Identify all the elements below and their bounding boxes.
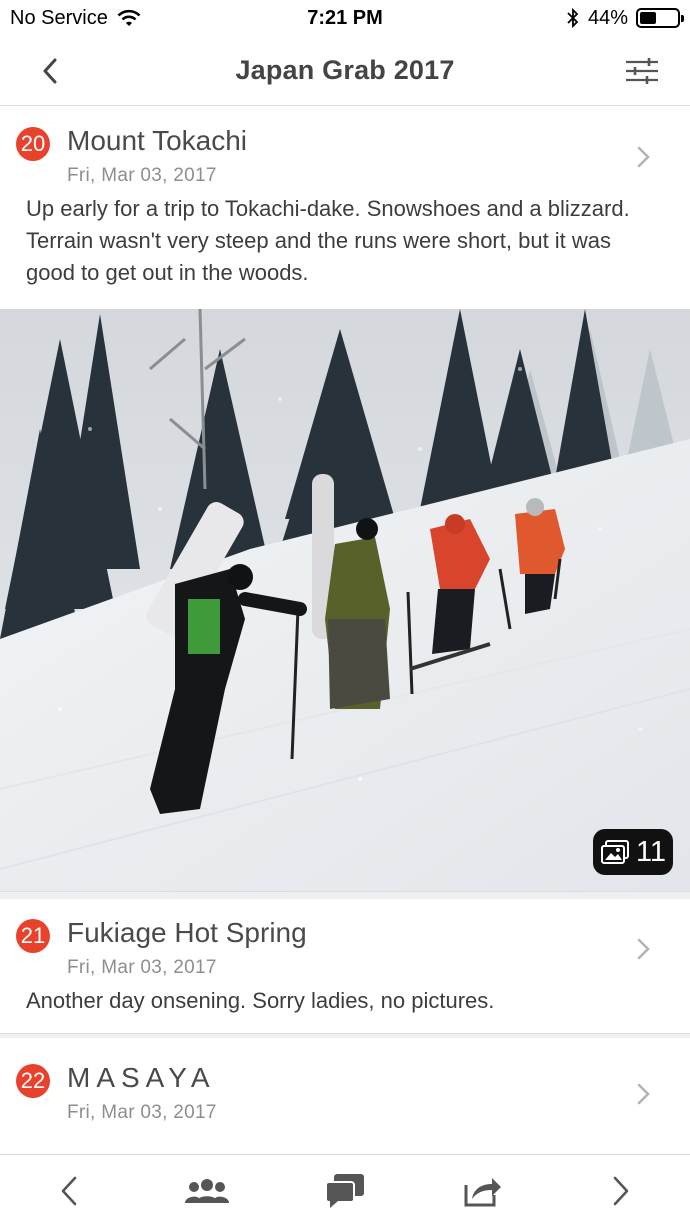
chevron-right-icon — [637, 938, 650, 960]
photo-count-badge[interactable]: 11 — [593, 829, 673, 875]
journal-list[interactable]: 20 Mount Tokachi Fri, Mar 03, 2017 Up ea… — [0, 107, 690, 1154]
entry-title: MASAYA — [67, 1062, 216, 1093]
next-button[interactable] — [581, 1161, 661, 1221]
battery-icon — [636, 8, 684, 28]
sliders-icon — [626, 58, 658, 84]
people-icon — [185, 1179, 229, 1203]
entry-number-badge: 20 — [16, 127, 50, 161]
chevron-left-icon — [61, 1176, 77, 1206]
share-button[interactable] — [443, 1161, 523, 1221]
battery-percent: 44% — [587, 6, 628, 29]
nav-bar: Japan Grab 2017 — [0, 36, 690, 106]
entry-photo[interactable]: 11 — [0, 309, 690, 891]
chevron-left-icon — [43, 58, 57, 84]
share-icon — [464, 1178, 501, 1207]
page-title: Japan Grab 2017 — [235, 55, 455, 85]
photos-icon — [600, 840, 629, 864]
filter-button[interactable] — [622, 54, 662, 88]
entry-title: Fukiage Hot Spring — [67, 917, 307, 948]
participants-button[interactable] — [167, 1161, 247, 1221]
chevron-right-icon — [637, 1083, 650, 1105]
journal-entry[interactable]: 22 MASAYA Fri, Mar 03, 2017 — [0, 1038, 690, 1134]
previous-button[interactable] — [29, 1161, 109, 1221]
entry-date: Fri, Mar 03, 2017 — [67, 957, 217, 978]
photo-count: 11 — [635, 835, 667, 868]
chevron-right-icon — [637, 146, 650, 168]
ski-tour-photo — [0, 309, 690, 891]
status-left: No Service — [10, 7, 142, 30]
divider — [0, 891, 690, 899]
wifi-icon — [117, 9, 141, 26]
journal-entry[interactable]: 21 Fukiage Hot Spring Fri, Mar 03, 2017 … — [0, 899, 690, 1033]
bluetooth-icon — [567, 7, 579, 29]
entry-header[interactable]: 21 Fukiage Hot Spring Fri, Mar 03, 2017 — [0, 899, 690, 985]
entry-date: Fri, Mar 03, 2017 — [67, 1102, 217, 1123]
entry-number-badge: 22 — [16, 1064, 50, 1098]
chat-icon — [325, 1174, 364, 1208]
entry-description: Up early for a trip to Tokachi-dake. Sno… — [26, 196, 630, 285]
entry-header[interactable]: 22 MASAYA Fri, Mar 03, 2017 — [0, 1038, 690, 1134]
carrier-label: No Service — [10, 6, 108, 29]
chevron-right-icon — [613, 1176, 629, 1206]
entry-header[interactable]: 20 Mount Tokachi Fri, Mar 03, 2017 — [0, 107, 690, 193]
entry-number-badge: 21 — [16, 919, 50, 953]
entry-date: Fri, Mar 03, 2017 — [67, 165, 217, 186]
entry-description: Another day onsening. Sorry ladies, no p… — [26, 988, 495, 1013]
bottom-toolbar — [0, 1154, 690, 1227]
journal-entry[interactable]: 20 Mount Tokachi Fri, Mar 03, 2017 Up ea… — [0, 107, 690, 891]
battery-level — [640, 12, 656, 24]
entry-title: Mount Tokachi — [67, 125, 248, 156]
back-button[interactable] — [30, 54, 70, 88]
status-right: 44% — [566, 6, 684, 30]
comments-button[interactable] — [305, 1161, 385, 1221]
status-bar: No Service 7:21 PM 44% — [0, 0, 690, 36]
